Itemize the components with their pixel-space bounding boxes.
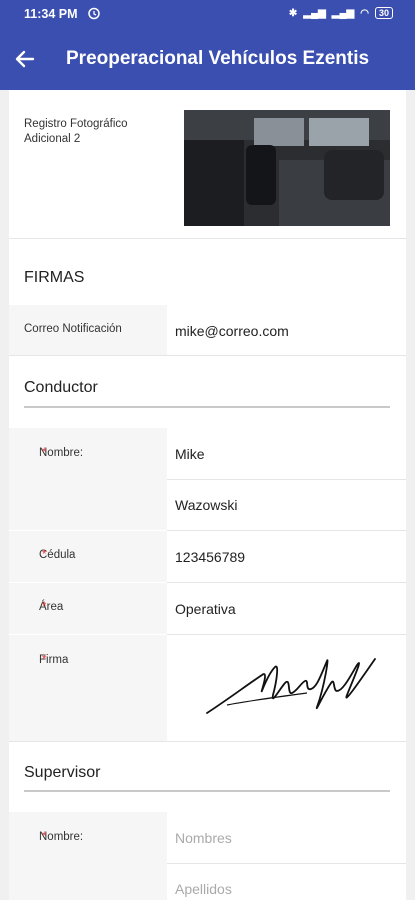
conductor-name-label: Nombre: * <box>9 428 167 530</box>
notification-label: Correo Notificación <box>9 305 167 355</box>
supervisor-divider <box>24 790 390 792</box>
photo-record-label: Registro Fotográfico Adicional 2 <box>9 90 167 238</box>
vehicle-interior-image <box>184 110 390 226</box>
battery-icon: 30 <box>374 7 393 19</box>
status-icons: ✱ ▂▄▆ ▂▄▆ ◠ 30 <box>289 7 393 19</box>
vehicle-photo[interactable] <box>184 110 390 226</box>
signal-icon: ▂▄▆ <box>303 7 326 19</box>
bluetooth-icon: ✱ <box>288 7 298 19</box>
conductor-signature-pad[interactable] <box>167 635 406 741</box>
supervisor-last-name-field[interactable]: Apellidos <box>167 864 406 900</box>
firmas-heading: FIRMAS <box>24 269 85 286</box>
alarm-icon <box>88 7 100 20</box>
conductor-area-label: Área * <box>9 583 167 634</box>
conductor-heading: Conductor <box>24 379 98 396</box>
supervisor-first-name-field[interactable]: Nombres <box>167 812 406 863</box>
back-arrow-icon[interactable] <box>13 47 37 71</box>
app-bar: Preoperacional Vehículos Ezentis <box>0 29 415 90</box>
notification-email-field[interactable]: mike@correo.com <box>167 305 406 355</box>
wifi-icon: ◠ <box>360 7 369 19</box>
signature-image <box>206 658 376 714</box>
supervisor-heading: Supervisor <box>24 764 101 781</box>
supervisor-name-label: Nombre: * <box>9 812 167 900</box>
form-content[interactable]: Registro Fotográfico Adicional 2 FIRMAS … <box>9 90 406 900</box>
page-title: Preoperacional Vehículos Ezentis <box>66 48 370 69</box>
signal-icon-2: ▂▄▆ <box>331 7 355 19</box>
conductor-last-name-field[interactable]: Wazowski <box>167 480 406 530</box>
notification-row: Correo Notificación mike@correo.com <box>9 305 406 355</box>
conductor-cedula-field[interactable]: 123456789 <box>167 531 406 582</box>
photo-record-row: Registro Fotográfico Adicional 2 <box>9 90 406 238</box>
conductor-firma-label: Firma * <box>9 635 167 741</box>
status-time: 11:34 PM <box>24 7 78 21</box>
conductor-cedula-label: Cédula * <box>9 531 167 582</box>
conductor-first-name-field[interactable]: Mike <box>167 428 406 479</box>
conductor-divider <box>24 406 390 408</box>
conductor-area-field[interactable]: Operativa <box>167 583 406 634</box>
status-bar: 11:34 PM ✱ ▂▄▆ ▂▄▆ ◠ 30 <box>0 0 415 29</box>
